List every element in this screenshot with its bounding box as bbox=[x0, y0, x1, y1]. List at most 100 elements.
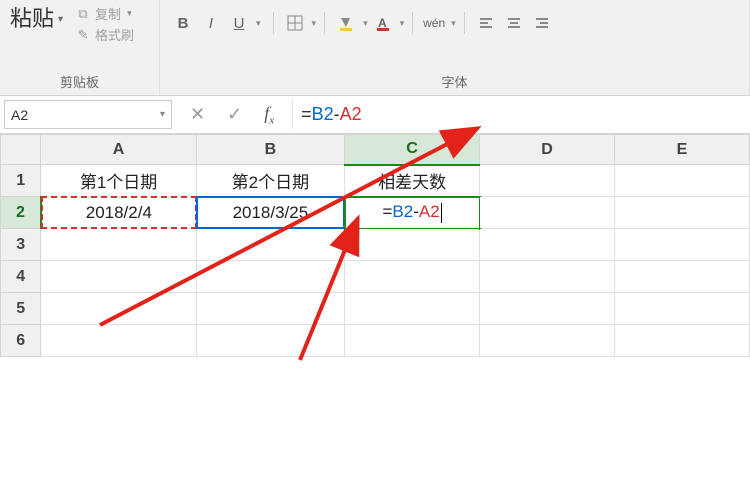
underline-button[interactable]: U bbox=[226, 10, 252, 36]
cell-B5[interactable] bbox=[196, 293, 344, 325]
cell-A2-value: 2018/2/4 bbox=[86, 203, 152, 222]
cell-B1[interactable]: 第2个日期 bbox=[196, 165, 344, 197]
cell-C4[interactable] bbox=[345, 261, 480, 293]
ribbon-group-clipboard: 粘贴 ▾ ⧉ 复制 ▾ ✎ 格式刷 剪贴板 bbox=[0, 0, 160, 95]
cell-E1[interactable] bbox=[615, 165, 750, 197]
cell-B4[interactable] bbox=[196, 261, 344, 293]
cell-E2[interactable] bbox=[615, 197, 750, 229]
align-right-button[interactable] bbox=[529, 10, 555, 36]
group-label-clipboard: 剪贴板 bbox=[10, 72, 149, 93]
cell-A6[interactable] bbox=[41, 325, 196, 357]
chevron-down-icon: ▾ bbox=[58, 14, 63, 25]
cell-E3[interactable] bbox=[615, 229, 750, 261]
format-painter-button[interactable]: ✎ 格式刷 bbox=[75, 25, 134, 44]
text-caret bbox=[441, 203, 442, 223]
fill-color-button[interactable] bbox=[333, 10, 359, 36]
paste-button[interactable]: 粘贴 ▾ bbox=[10, 8, 63, 30]
formula-ref1: B2 bbox=[312, 104, 334, 125]
chevron-down-icon[interactable]: ▾ bbox=[363, 18, 368, 29]
chevron-down-icon: ▾ bbox=[127, 8, 132, 19]
col-header-A[interactable]: A bbox=[41, 135, 196, 165]
formula-bar: A2 ▾ ✕ ✓ fx =B2-A2 bbox=[0, 96, 750, 134]
group-label-font: 字体 bbox=[170, 72, 739, 93]
name-box[interactable]: A2 ▾ bbox=[4, 100, 172, 129]
cell-A3[interactable] bbox=[41, 229, 196, 261]
chevron-down-icon[interactable]: ▾ bbox=[256, 18, 261, 29]
chevron-down-icon[interactable]: ▾ bbox=[400, 18, 405, 29]
svg-text:A: A bbox=[378, 16, 387, 30]
ribbon-group-font: B I U ▾ ▾ ▾ A ▾ wén ▾ bbox=[160, 0, 750, 95]
column-header-row: A B C D E bbox=[1, 135, 750, 165]
table-row: 2 2018/2/4 2018/3/25 =B2-A2 bbox=[1, 197, 750, 229]
cell-B6[interactable] bbox=[196, 325, 344, 357]
chevron-down-icon[interactable]: ▾ bbox=[312, 18, 317, 29]
cell-D1[interactable] bbox=[480, 165, 615, 197]
table-row: 3 bbox=[1, 229, 750, 261]
copy-button[interactable]: ⧉ 复制 ▾ bbox=[75, 4, 134, 23]
cell-D5[interactable] bbox=[480, 293, 615, 325]
row-header-6[interactable]: 6 bbox=[1, 325, 41, 357]
fx-icon[interactable]: fx bbox=[264, 103, 274, 127]
table-row: 5 bbox=[1, 293, 750, 325]
row-header-1[interactable]: 1 bbox=[1, 165, 41, 197]
format-painter-icon: ✎ bbox=[75, 27, 91, 43]
cell-B3[interactable] bbox=[196, 229, 344, 261]
select-all-corner[interactable] bbox=[1, 135, 41, 165]
cell-A4[interactable] bbox=[41, 261, 196, 293]
cell-D2[interactable] bbox=[480, 197, 615, 229]
cell-D3[interactable] bbox=[480, 229, 615, 261]
spreadsheet-grid: A B C D E 1 第1个日期 第2个日期 相差天数 2 2018/2/4 … bbox=[0, 134, 750, 357]
cell-D4[interactable] bbox=[480, 261, 615, 293]
separator bbox=[464, 12, 465, 34]
cell-A5[interactable] bbox=[41, 293, 196, 325]
clipboard-sub-buttons: ⧉ 复制 ▾ ✎ 格式刷 bbox=[75, 4, 134, 44]
cancel-button[interactable]: ✕ bbox=[190, 104, 205, 125]
cell-E5[interactable] bbox=[615, 293, 750, 325]
font-color-icon: A bbox=[375, 15, 391, 31]
chevron-down-icon: ▾ bbox=[160, 109, 165, 120]
italic-button[interactable]: I bbox=[198, 10, 224, 36]
chevron-down-icon[interactable]: ▾ bbox=[451, 18, 456, 29]
align-right-icon bbox=[534, 15, 550, 31]
cell-C6[interactable] bbox=[345, 325, 480, 357]
cell-D6[interactable] bbox=[480, 325, 615, 357]
cell-E4[interactable] bbox=[615, 261, 750, 293]
align-center-button[interactable] bbox=[501, 10, 527, 36]
copy-label: 复制 bbox=[95, 4, 121, 23]
row-header-5[interactable]: 5 bbox=[1, 293, 41, 325]
col-header-D[interactable]: D bbox=[480, 135, 615, 165]
formula-bar-input[interactable]: =B2-A2 bbox=[292, 100, 750, 129]
font-color-button[interactable]: A bbox=[370, 10, 396, 36]
formula-ref2: A2 bbox=[340, 104, 362, 125]
row-header-2[interactable]: 2 bbox=[1, 197, 41, 229]
phonetic-guide-button[interactable]: wén bbox=[421, 10, 447, 36]
font-buttons-row: B I U ▾ ▾ ▾ A ▾ wén ▾ bbox=[170, 10, 739, 36]
align-center-icon bbox=[506, 15, 522, 31]
cell-A2[interactable]: 2018/2/4 bbox=[41, 197, 196, 229]
format-painter-label: 格式刷 bbox=[95, 25, 134, 44]
cell-C1[interactable]: 相差天数 bbox=[345, 165, 480, 197]
align-left-button[interactable] bbox=[473, 10, 499, 36]
paste-label: 粘贴 bbox=[10, 8, 54, 30]
cell-B2[interactable]: 2018/3/25 bbox=[196, 197, 344, 229]
cell-A1[interactable]: 第1个日期 bbox=[41, 165, 196, 197]
enter-button[interactable]: ✓ bbox=[227, 104, 242, 125]
col-header-B[interactable]: B bbox=[196, 135, 344, 165]
grid-table: A B C D E 1 第1个日期 第2个日期 相差天数 2 2018/2/4 … bbox=[0, 134, 750, 357]
col-header-E[interactable]: E bbox=[615, 135, 750, 165]
cell-C2[interactable]: =B2-A2 bbox=[345, 197, 480, 229]
formula-bar-controls: ✕ ✓ fx bbox=[172, 96, 292, 133]
cell-C5[interactable] bbox=[345, 293, 480, 325]
bucket-icon bbox=[338, 15, 354, 31]
row-header-3[interactable]: 3 bbox=[1, 229, 41, 261]
row-header-4[interactable]: 4 bbox=[1, 261, 41, 293]
col-header-C[interactable]: C bbox=[345, 135, 480, 165]
copy-icon: ⧉ bbox=[75, 6, 91, 22]
cell-E6[interactable] bbox=[615, 325, 750, 357]
table-row: 4 bbox=[1, 261, 750, 293]
table-row: 1 第1个日期 第2个日期 相差天数 bbox=[1, 165, 750, 197]
align-left-icon bbox=[478, 15, 494, 31]
bold-button[interactable]: B bbox=[170, 10, 196, 36]
border-button[interactable] bbox=[282, 10, 308, 36]
cell-C3[interactable] bbox=[345, 229, 480, 261]
